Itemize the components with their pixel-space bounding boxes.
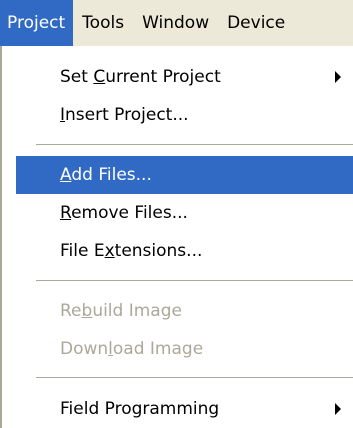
- project-dropdown-menu: Set Current Project Insert Project... Ad…: [0, 46, 353, 428]
- menu-separator: [36, 144, 353, 146]
- menu-project[interactable]: Project: [0, 0, 74, 46]
- menu-item-label: Field Programming: [60, 399, 220, 419]
- menu-item-label: File Extensions...: [60, 241, 203, 261]
- menu-item-add-files[interactable]: Add Files...: [16, 156, 353, 194]
- menu-separator: [36, 280, 353, 282]
- menu-item-set-current-project[interactable]: Set Current Project: [16, 58, 353, 96]
- menu-item-label: Insert Project...: [60, 105, 189, 125]
- submenu-arrow-icon: [335, 71, 341, 83]
- menu-item-rebuild-image: Rebuild Image: [16, 292, 353, 330]
- menu-item-label: Add Files...: [60, 165, 152, 185]
- menu-item-file-extensions[interactable]: File Extensions...: [16, 232, 353, 270]
- menu-item-remove-files[interactable]: Remove Files...: [16, 194, 353, 232]
- menu-tools[interactable]: Tools: [73, 0, 133, 46]
- menu-item-field-programming[interactable]: Field Programming: [16, 390, 353, 428]
- menu-item-download-image: Download Image: [16, 330, 353, 368]
- menu-device[interactable]: Device: [218, 0, 294, 46]
- menu-item-insert-project[interactable]: Insert Project...: [16, 96, 353, 134]
- menu-item-label: Rebuild Image: [60, 301, 182, 321]
- menu-item-label: Set Current Project: [60, 67, 221, 87]
- menu-item-label: Remove Files...: [60, 203, 188, 223]
- menu-separator: [36, 377, 353, 379]
- menu-item-label: Download Image: [60, 339, 204, 359]
- submenu-arrow-icon: [335, 403, 341, 415]
- menu-window[interactable]: Window: [133, 0, 218, 46]
- menu-bar: Project Tools Window Device: [0, 0, 353, 46]
